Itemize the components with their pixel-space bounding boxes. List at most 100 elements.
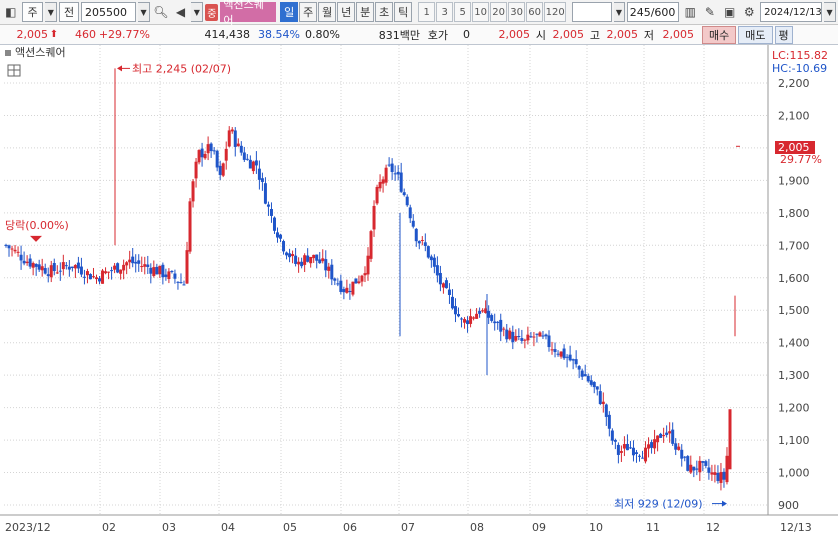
date-value: 2024/12/13 <box>764 6 822 18</box>
interval-10[interactable]: 10 <box>472 2 490 22</box>
chart-menu-icon[interactable]: ◧ <box>2 2 20 22</box>
candle-body <box>580 370 584 377</box>
candle-body <box>490 315 494 321</box>
candle-body <box>122 264 126 271</box>
candle-body <box>248 159 252 169</box>
speaker-dropdown-arrow[interactable]: ▼ <box>191 2 204 22</box>
save-icon[interactable]: ▣ <box>721 2 739 22</box>
candle-body <box>125 262 129 266</box>
date-input[interactable]: 2024/12/13 <box>760 2 823 22</box>
candle-body <box>146 264 150 267</box>
code-input[interactable]: 205500 <box>81 2 137 22</box>
market-dropdown-arrow[interactable]: ▼ <box>45 2 58 22</box>
adjust-select[interactable]: 전 <box>59 2 79 22</box>
price-chart[interactable]: 900 1,000 1,100 1,200 1,300 1,400 1,500 1,600 1,… <box>0 45 838 538</box>
candle-body <box>242 152 246 160</box>
period-second[interactable]: 초 <box>375 2 394 22</box>
period-minute[interactable]: 분 <box>356 2 375 22</box>
interval-20[interactable]: 20 <box>490 2 508 22</box>
candle-body <box>300 261 304 267</box>
low-label: 저 <box>643 28 654 42</box>
candle-body <box>420 239 424 241</box>
interval-5[interactable]: 5 <box>454 2 472 22</box>
date-dropdown-arrow[interactable]: ▼ <box>824 2 836 22</box>
candle-body <box>514 336 518 341</box>
candle-body <box>562 348 566 359</box>
candle-body <box>650 442 654 448</box>
market-label: 주 <box>27 6 38 19</box>
candle-body <box>447 289 451 295</box>
x-tick-label: 11 <box>646 521 660 534</box>
period-week[interactable]: 주 <box>299 2 318 22</box>
period-month[interactable]: 월 <box>318 2 337 22</box>
period-tick[interactable]: 틱 <box>394 2 413 22</box>
interval-120[interactable]: 120 <box>544 2 567 22</box>
code-dropdown-arrow[interactable]: ▼ <box>138 2 150 22</box>
candle-body <box>466 320 470 325</box>
x-tick-label: 10 <box>589 521 603 534</box>
candle-body <box>251 161 255 172</box>
custom-interval-arrow[interactable]: ▼ <box>613 2 626 22</box>
candle-body <box>46 274 50 277</box>
candle-body <box>553 349 557 353</box>
x-tick-label: 02 <box>102 521 116 534</box>
candle-type-icon[interactable]: ▥ <box>681 2 699 22</box>
gear-icon[interactable]: ⚙ <box>740 2 758 22</box>
candle-body <box>345 287 349 293</box>
candle-body <box>662 435 666 437</box>
sell-button[interactable]: 매도 <box>738 25 773 44</box>
candle-body <box>22 260 26 264</box>
candle-body <box>363 273 367 276</box>
candle-body <box>653 439 657 449</box>
candle-body <box>713 472 717 475</box>
candle-body <box>453 306 457 315</box>
candle-body <box>475 313 479 319</box>
candle-body <box>245 158 249 160</box>
interval-1[interactable]: 1 <box>418 2 436 22</box>
candle-body <box>499 319 503 332</box>
candle-body <box>230 129 234 132</box>
candle-body <box>647 444 651 449</box>
interval-60[interactable]: 60 <box>526 2 544 22</box>
candle-body <box>7 245 11 249</box>
custom-interval-input[interactable] <box>572 2 612 22</box>
eval-button[interactable]: 평 <box>774 25 793 44</box>
candle-body <box>179 282 183 284</box>
interval-group: 1 3 5 10 20 30 60 120 <box>418 2 567 22</box>
candle-body <box>460 318 464 320</box>
volume-pct: 38.54% <box>258 28 300 41</box>
y-tick-label: 1,800 <box>778 207 810 220</box>
candle-body <box>408 207 412 219</box>
market-select[interactable]: 주 <box>21 2 44 22</box>
candle-body <box>188 201 192 252</box>
draw-tool-icon[interactable]: ✎ <box>701 2 719 22</box>
interval-30[interactable]: 30 <box>508 2 526 22</box>
candle-body <box>571 359 575 361</box>
candle-body <box>634 452 638 454</box>
candle-body <box>88 274 92 280</box>
y-tick-label: 1,000 <box>778 467 810 480</box>
candle-body <box>73 265 77 269</box>
search-icon[interactable]: 🔍︎ <box>152 2 170 22</box>
period-day[interactable]: 일 <box>280 2 299 22</box>
buy-button[interactable]: 매수 <box>702 25 737 44</box>
candle-body <box>541 335 545 337</box>
candle-body <box>517 336 521 338</box>
candle-body <box>402 192 406 196</box>
candle-body <box>239 145 243 153</box>
period-year[interactable]: 년 <box>337 2 356 22</box>
count-input[interactable]: 245/600 <box>627 2 680 22</box>
candle-body <box>4 244 8 246</box>
candle-body <box>131 256 135 264</box>
candle-body <box>321 258 325 262</box>
candle-body <box>315 254 319 261</box>
candle-body <box>266 204 270 207</box>
candle-body <box>444 280 448 289</box>
interval-3[interactable]: 3 <box>436 2 454 22</box>
up-arrow-icon: ⬆ <box>49 29 59 40</box>
candle-body <box>282 241 286 252</box>
candle-body <box>457 314 460 317</box>
candle-body <box>686 456 690 471</box>
candle-body <box>61 262 65 270</box>
speaker-icon[interactable]: ◀ <box>172 2 190 22</box>
